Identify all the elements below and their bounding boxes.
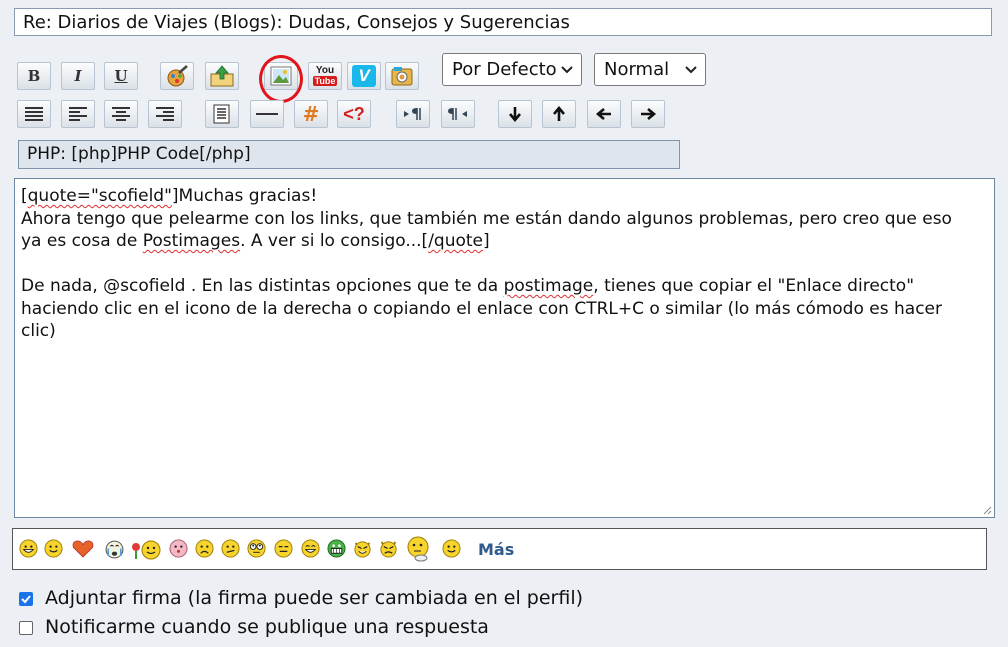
- rtl-button[interactable]: [441, 100, 475, 128]
- youtube-icon: You Tube: [312, 64, 338, 88]
- align-center-icon: [112, 107, 130, 121]
- palette-icon: [167, 65, 188, 87]
- color-button[interactable]: [160, 62, 194, 90]
- smile-smiley-icon[interactable]: [44, 539, 63, 558]
- confused-smiley-icon[interactable]: [221, 539, 240, 558]
- image-icon: [270, 66, 292, 86]
- crying-smiley-icon[interactable]: [104, 539, 125, 560]
- editor-line: clic): [21, 321, 56, 341]
- upload-icon: [210, 65, 234, 87]
- code-button[interactable]: <?: [337, 100, 371, 128]
- youtube-label-bottom: Tube: [312, 76, 338, 86]
- italic-button[interactable]: I: [61, 62, 95, 90]
- arrow-right-button[interactable]: [631, 100, 665, 128]
- align-center-button[interactable]: [104, 100, 138, 128]
- arrow-down-button[interactable]: [498, 100, 532, 128]
- eyes-rolled-smiley-icon[interactable]: [246, 539, 267, 558]
- underline-button[interactable]: U: [104, 62, 138, 90]
- size-select[interactable]: Normal: [594, 53, 706, 86]
- notify-label[interactable]: Notificarme cuando se publique una respu…: [45, 616, 489, 638]
- editor-line: ya es cosa de Postimages. A ver si lo co…: [21, 231, 490, 251]
- justify-button[interactable]: [17, 100, 51, 128]
- size-select-value: Normal: [604, 59, 670, 80]
- vimeo-icon: V: [352, 65, 376, 87]
- align-left-icon: [69, 107, 87, 121]
- sad-smiley-icon[interactable]: [195, 539, 214, 558]
- align-right-button[interactable]: [148, 100, 182, 128]
- editor-line: De nada, @scofield . En las distintas op…: [21, 276, 915, 296]
- thinking-smiley-icon[interactable]: [405, 536, 431, 562]
- heart-icon[interactable]: [71, 539, 95, 558]
- bold-button[interactable]: B: [17, 62, 51, 90]
- laugh-smiley-icon[interactable]: [301, 539, 320, 558]
- checkmark-icon: [21, 595, 31, 604]
- editor-line: haciendo clic en el icono de la derecha …: [21, 298, 942, 319]
- more-smileys-link[interactable]: Más: [478, 540, 514, 559]
- blush-smiley-icon[interactable]: [169, 539, 188, 558]
- align-right-icon: [156, 107, 174, 121]
- notify-checkbox[interactable]: [19, 621, 33, 635]
- grin-smiley-icon[interactable]: [19, 539, 38, 558]
- arrow-down-icon: [509, 107, 521, 123]
- arrow-up-button[interactable]: [542, 100, 576, 128]
- bold-label: B: [27, 67, 41, 85]
- horizontal-rule-button[interactable]: [250, 100, 284, 128]
- help-line: PHP: [php]PHP Code[/php]: [18, 140, 680, 169]
- flower-smiley-icon[interactable]: [130, 539, 162, 561]
- arrow-left-icon: [595, 108, 611, 120]
- arrow-up-icon: [553, 105, 565, 121]
- horizontal-rule-icon: [256, 113, 278, 115]
- youtube-button[interactable]: You Tube: [308, 62, 342, 90]
- message-textarea[interactable]: [quote="scofield"]Muchas gracias! Ahora …: [14, 178, 995, 518]
- font-select-value: Por Defecto: [452, 59, 557, 80]
- rtl-icon: [448, 108, 467, 120]
- list-button[interactable]: [205, 100, 239, 128]
- list-icon: [213, 104, 230, 124]
- chevron-down-icon: [685, 66, 697, 74]
- teeth-smiley-icon[interactable]: [327, 539, 346, 558]
- code-icon: <?: [343, 103, 365, 124]
- youtube-label-top: You: [315, 65, 335, 76]
- editor-blank-line: [21, 253, 988, 276]
- attach-signature-checkbox[interactable]: [19, 592, 33, 606]
- arrow-right-icon: [641, 108, 657, 120]
- chevron-down-icon: [561, 66, 573, 74]
- gallery-icon: [391, 67, 413, 86]
- ltr-icon: [404, 108, 421, 120]
- subject-input[interactable]: Re: Diarios de Viajes (Blogs): Dudas, Co…: [14, 8, 992, 36]
- editor-line: Ahora tengo que pelearme con los links, …: [21, 208, 952, 229]
- align-left-button[interactable]: [61, 100, 95, 128]
- vimeo-button[interactable]: V: [347, 62, 381, 90]
- smirk-smiley-icon[interactable]: [442, 539, 461, 558]
- underline-label: U: [114, 67, 128, 85]
- resize-grip-icon[interactable]: [982, 505, 992, 515]
- font-select[interactable]: Por Defecto: [442, 53, 582, 86]
- hash-icon: #: [302, 102, 320, 126]
- hash-button[interactable]: #: [294, 100, 328, 128]
- italic-label: I: [74, 67, 82, 85]
- attach-signature-label[interactable]: Adjuntar firma (la firma puede ser cambi…: [45, 587, 583, 609]
- devil-smiley-icon[interactable]: [353, 539, 372, 558]
- angry-smiley-icon[interactable]: [379, 539, 398, 558]
- arrow-left-button[interactable]: [587, 100, 621, 128]
- gallery-button[interactable]: [385, 62, 419, 90]
- ltr-button[interactable]: [396, 100, 430, 128]
- neutral-smiley-icon[interactable]: [274, 539, 293, 558]
- upload-button[interactable]: [205, 62, 239, 90]
- insert-image-button[interactable]: [264, 62, 298, 90]
- align-justify-icon: [25, 107, 43, 121]
- smileys-bar: Más: [12, 528, 987, 570]
- editor-line: [quote="scofield"]Muchas gracias!: [21, 186, 318, 206]
